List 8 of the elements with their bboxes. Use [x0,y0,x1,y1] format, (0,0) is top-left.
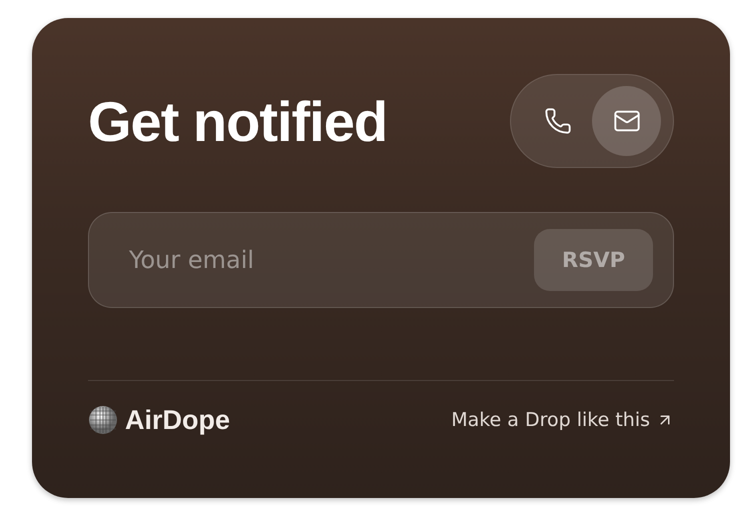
phone-icon [544,107,572,135]
disco-ball-icon [88,405,118,435]
brand-name: AirDope [125,404,230,436]
email-field[interactable]: Your email RSVP [88,212,674,308]
rsvp-button[interactable]: RSVP [534,229,653,291]
email-option[interactable] [592,86,661,156]
title: Get notified [88,88,388,154]
make-drop-link[interactable]: Make a Drop like this [451,409,674,431]
